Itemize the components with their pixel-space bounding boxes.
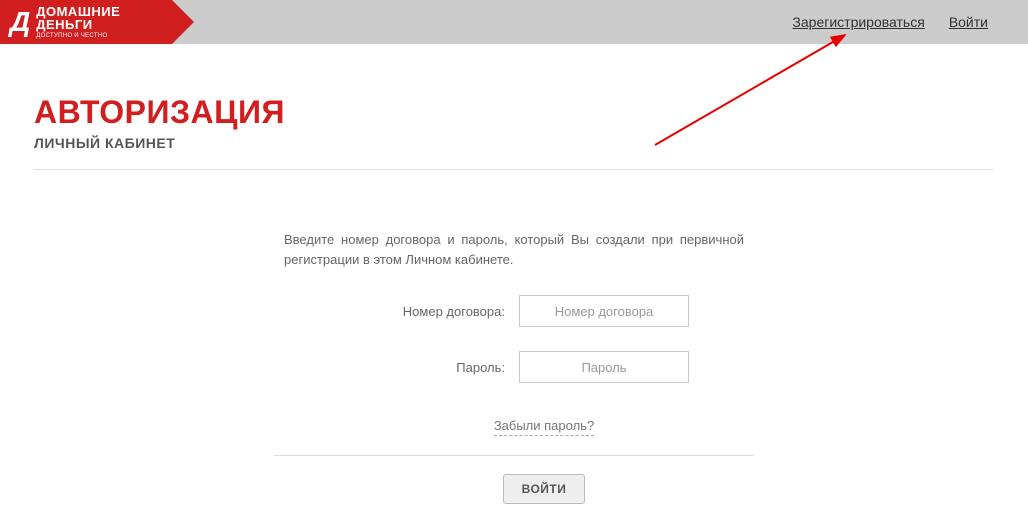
logo-icon: Д: [10, 6, 30, 38]
topbar: Д ДОМАШНИЕ ДЕНЬГИ ДОСТУПНО И ЧЕСТНО Заре…: [0, 0, 1028, 44]
page-subtitle: ЛИЧНЫЙ КАБИНЕТ: [34, 135, 994, 151]
page-title: АВТОРИЗАЦИЯ: [34, 94, 994, 131]
login-form: Введите номер договора и пароль, который…: [274, 230, 754, 504]
divider-top: [34, 169, 994, 170]
logo-line2: ДЕНЬГИ: [36, 18, 120, 31]
contract-row: Номер договора:: [274, 295, 754, 327]
submit-wrap: ВОЙТИ: [274, 474, 754, 504]
content-area: АВТОРИЗАЦИЯ ЛИЧНЫЙ КАБИНЕТ Введите номер…: [0, 44, 1028, 504]
password-label: Пароль:: [339, 360, 519, 375]
divider-bottom: [274, 455, 754, 456]
top-links: Зарегистрироваться Войти: [792, 14, 988, 30]
submit-button[interactable]: ВОЙТИ: [503, 474, 586, 504]
password-row: Пароль:: [274, 351, 754, 383]
forgot-password-link[interactable]: Забыли пароль?: [494, 418, 594, 436]
logo-tagline: ДОСТУПНО И ЧЕСТНО: [36, 33, 120, 39]
login-link[interactable]: Войти: [949, 14, 988, 30]
register-link[interactable]: Зарегистрироваться: [792, 14, 924, 30]
contract-input[interactable]: [519, 295, 689, 327]
form-instructions: Введите номер договора и пароль, который…: [274, 230, 754, 269]
logo[interactable]: Д ДОМАШНИЕ ДЕНЬГИ ДОСТУПНО И ЧЕСТНО: [0, 0, 172, 44]
logo-text: ДОМАШНИЕ ДЕНЬГИ ДОСТУПНО И ЧЕСТНО: [36, 5, 120, 39]
forgot-row: Забыли пароль?: [274, 417, 754, 435]
password-input[interactable]: [519, 351, 689, 383]
contract-label: Номер договора:: [339, 304, 519, 319]
